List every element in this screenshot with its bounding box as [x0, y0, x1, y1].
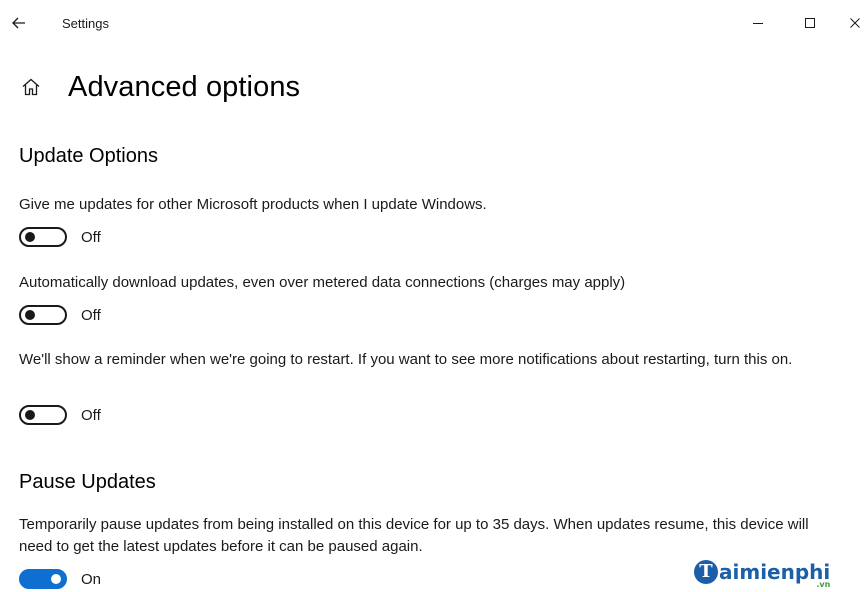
title-bar: Settings: [0, 0, 864, 46]
watermark-logo: T aimienphi .vn: [694, 560, 830, 592]
toggle-knob: [25, 410, 35, 420]
toggle-state-label: On: [81, 570, 102, 588]
maximize-icon[interactable]: [797, 12, 823, 34]
back-arrow-icon[interactable]: [8, 12, 30, 34]
toggle-state-label: Off: [81, 228, 101, 246]
toggle-metered-connections[interactable]: [19, 305, 67, 325]
settings-window: Settings Advanced options Update Options…: [0, 0, 864, 592]
setting-description-metered-connections: Automatically download updates, even ove…: [19, 274, 626, 291]
page-title: Advanced options: [68, 70, 301, 103]
watermark-name: aimienphi: [719, 560, 831, 584]
toggle-knob: [25, 232, 35, 242]
setting-description-microsoft-products: Give me updates for other Microsoft prod…: [19, 196, 487, 213]
watermark-tld: .vn: [816, 580, 831, 589]
setting-description-restart-reminder: We'll show a reminder when we're going t…: [19, 351, 793, 368]
close-icon[interactable]: [846, 12, 864, 34]
minimize-icon[interactable]: [745, 12, 771, 34]
toggle-row-pause-updates: On: [19, 568, 101, 590]
watermark-text: aimienphi .vn: [719, 560, 831, 589]
toggle-restart-reminder[interactable]: [19, 405, 67, 425]
toggle-state-label: Off: [81, 406, 101, 424]
setting-description-pause-updates: Temporarily pause updates from being ins…: [19, 516, 809, 555]
watermark-logo-icon: T: [694, 560, 718, 584]
toggle-row-metered-connections: Off: [19, 304, 101, 326]
section-title-pause-updates: Pause Updates: [19, 471, 156, 493]
toggle-row-microsoft-products: Off: [19, 226, 101, 248]
toggle-row-restart-reminder: Off: [19, 404, 101, 426]
toggle-pause-updates[interactable]: [19, 569, 67, 589]
section-title-update-options: Update Options: [19, 145, 158, 167]
home-icon[interactable]: [20, 76, 42, 98]
app-title: Settings: [62, 16, 109, 31]
toggle-microsoft-products[interactable]: [19, 227, 67, 247]
toggle-state-label: Off: [81, 306, 101, 324]
page-header: Advanced options: [20, 66, 300, 108]
toggle-knob: [25, 310, 35, 320]
toggle-knob: [51, 574, 61, 584]
